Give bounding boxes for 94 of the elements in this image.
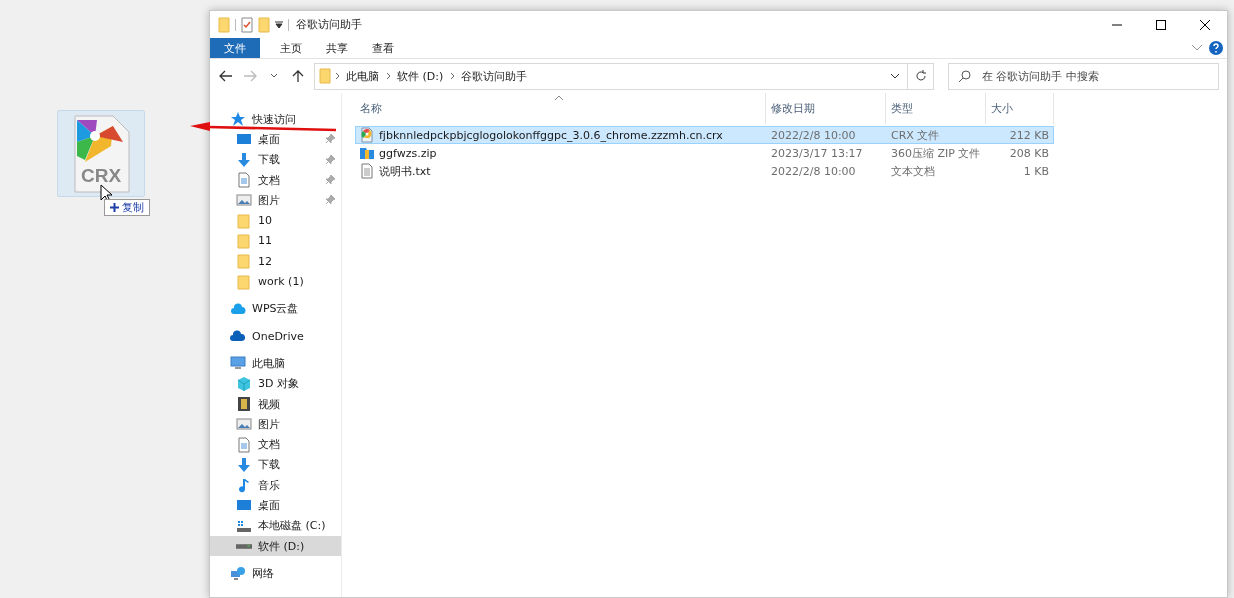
selected-nav-item[interactable]: 软件 (D:) — [210, 535, 341, 557]
document-icon — [236, 172, 252, 189]
breadcrumb[interactable]: 此电脑 — [343, 68, 382, 84]
down-arrow-icon — [236, 456, 252, 473]
nav-item[interactable]: 快速访问 — [210, 109, 341, 130]
search-field[interactable]: 在 谷歌访问助手 中搜索 — [948, 62, 1219, 90]
computer-icon — [230, 355, 246, 372]
drive-icon — [236, 543, 252, 549]
star-icon — [230, 111, 246, 128]
nav-item[interactable]: 此电脑 — [210, 353, 341, 374]
file-type-label: CRX — [79, 164, 123, 187]
chevron-down-icon — [270, 73, 278, 79]
folder-icon — [236, 253, 252, 270]
ribbon-tab[interactable]: 查看 — [360, 38, 406, 58]
nav-item[interactable]: 10 — [210, 210, 341, 231]
down-arrow-icon — [236, 151, 252, 168]
film-icon — [236, 396, 252, 412]
nav-item[interactable]: 本地磁盘 (C:) — [210, 515, 341, 536]
breadcrumb[interactable]: 软件 (D:) — [394, 68, 447, 84]
nav-item[interactable]: 下载 — [210, 149, 341, 170]
maximize-icon — [1156, 19, 1166, 30]
address-bar[interactable]: 此电脑 软件 (D:) 谷歌访问助手 — [314, 62, 934, 90]
forward-arrow-icon — [243, 70, 257, 82]
breadcrumb[interactable]: 谷歌访问助手 — [458, 68, 531, 84]
search-icon — [958, 69, 971, 83]
nav-item[interactable]: 11 — [210, 230, 341, 252]
nav-item[interactable]: 视频 — [210, 393, 341, 415]
folder-icon[interactable] — [218, 16, 230, 33]
chevron-down-icon — [890, 73, 900, 79]
up-arrow-icon — [292, 69, 304, 83]
nav-item[interactable]: 12 — [210, 251, 341, 272]
file-row[interactable]: 说明书.txt 2022/2/8 10:00 文本文档 1 KB — [355, 162, 1054, 180]
nav-item[interactable]: 下载 — [210, 454, 341, 476]
plus-icon — [110, 203, 119, 212]
close-icon — [1200, 19, 1210, 30]
refresh-icon — [914, 70, 927, 82]
document-icon — [236, 436, 252, 453]
ribbon-tab[interactable]: 文件 — [210, 38, 260, 58]
date-cell-text: 2023/3/17 13:17 — [770, 146, 864, 160]
properties-icon[interactable] — [241, 16, 253, 33]
text-file-icon — [359, 163, 375, 179]
nav-item[interactable]: 音乐 — [210, 475, 341, 496]
help-icon[interactable] — [1209, 41, 1223, 55]
image-icon — [236, 192, 252, 209]
ribbon-tab[interactable]: 主页 — [268, 38, 314, 58]
file-name: 说明书.txt — [379, 163, 431, 179]
file-name: fjbknnledpckpbjcglogolokonffggpc_3.0.6_chrome.zzzmh.cn.crx — [379, 128, 723, 142]
date-cell-text: 2022/2/8 10:00 — [770, 128, 857, 142]
window-title: 谷歌访问助手 — [296, 17, 362, 32]
nav-item[interactable]: 图片 — [210, 414, 341, 435]
type-cell-text: 360压缩 ZIP 文件 — [890, 145, 982, 161]
nav-item[interactable]: 3D 对象 — [210, 373, 341, 394]
dropdown-icon[interactable] — [275, 20, 283, 29]
folder-icon — [236, 273, 252, 290]
selected-file-row[interactable]: fjbknnledpckpbjcglogolokonffggpc_3.0.6_chrome.zzzmh.cn.crx 2022/2/8 10:00 CRX 文件 212 KB — [355, 126, 1054, 144]
file-row[interactable]: ggfwzs.zip 2023/3/17 13:17 360压缩 ZIP 文件 208 KB — [355, 144, 1054, 162]
back-arrow-icon — [219, 70, 233, 82]
nav-item[interactable]: WPS云盘 — [210, 298, 341, 319]
copy-label: 复制 — [122, 200, 144, 215]
image-icon — [236, 416, 252, 433]
sort-up-icon — [554, 95, 564, 101]
crx-document-icon — [71, 113, 131, 194]
folder-icon[interactable] — [258, 16, 270, 33]
nav-item[interactable]: 网络 — [210, 563, 341, 584]
network-icon — [230, 565, 246, 582]
chevron-down-icon[interactable] — [1191, 44, 1203, 52]
nav-item[interactable]: 文档 — [210, 169, 341, 191]
column-header[interactable]: 类型 — [886, 93, 986, 124]
column-header[interactable]: 名称 — [355, 93, 766, 124]
column-header[interactable]: 大小 — [986, 93, 1054, 124]
nav-item[interactable]: work (1) — [210, 271, 341, 292]
file-name: ggfwzs.zip — [379, 146, 437, 160]
type-cell-text: CRX 文件 — [890, 127, 941, 143]
type-cell-text: 文本文档 — [890, 163, 936, 179]
nav-item[interactable]: 文档 — [210, 434, 341, 455]
crx-file-icon — [359, 127, 375, 143]
nav-item[interactable]: OneDrive — [210, 325, 341, 347]
archive-icon — [359, 145, 375, 161]
music-note-icon — [236, 477, 252, 494]
date-cell-text: 2022/2/8 10:00 — [770, 164, 857, 178]
size-cell-text: 212 KB — [1008, 128, 1050, 142]
size-cell-text: 1 KB — [1022, 164, 1050, 178]
nav-item[interactable]: 桌面 — [210, 495, 341, 516]
size-cell-text: 208 KB — [1008, 146, 1050, 160]
nav-item[interactable]: 桌面 — [210, 129, 341, 150]
cube-icon — [236, 375, 252, 392]
cloud-icon — [230, 300, 246, 317]
folder-icon — [236, 212, 252, 229]
ribbon-tab[interactable]: 共享 — [314, 38, 360, 58]
column-header[interactable]: 修改日期 — [766, 93, 886, 124]
nav-item[interactable]: 图片 — [210, 190, 341, 211]
folder-icon — [319, 68, 331, 84]
minimize-icon — [1112, 23, 1122, 26]
folder-icon — [236, 232, 252, 249]
